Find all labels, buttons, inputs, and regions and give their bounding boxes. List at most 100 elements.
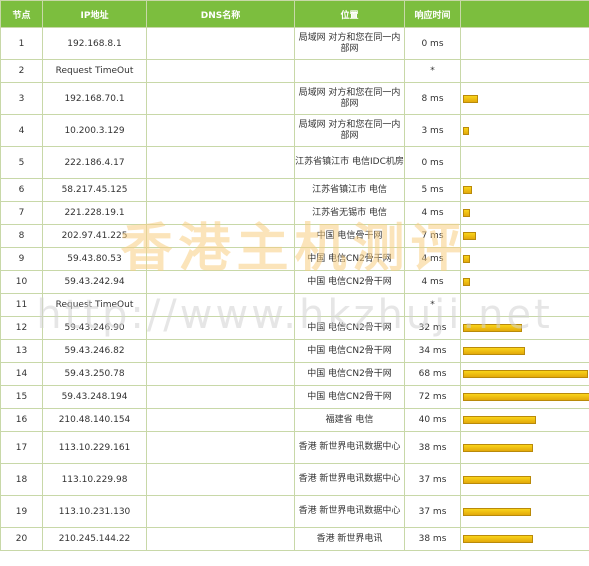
ip-cell: Request TimeOut <box>42 59 147 83</box>
ip-cell: 192.168.70.1 <box>42 82 147 115</box>
latency-bar-cell <box>460 495 589 528</box>
time-cell: 4 ms <box>404 270 461 294</box>
table-row: 20 210.245.144.22 香港 新世界电讯 38 ms <box>0 527 589 551</box>
location-cell: 局域网 对方和您在同一内部网 <box>294 27 405 60</box>
table-header: 节点 IP地址 DNS名称 位置 响应时间 <box>0 0 589 28</box>
dns-cell <box>146 408 295 432</box>
time-cell: 37 ms <box>404 463 461 496</box>
location-cell: 局域网 对方和您在同一内部网 <box>294 114 405 147</box>
node-cell: 5 <box>0 146 43 179</box>
table-row: 7 221.228.19.1 江苏省无锡市 电信 4 ms <box>0 201 589 225</box>
latency-bar-cell <box>460 146 589 179</box>
time-cell: 37 ms <box>404 495 461 528</box>
latency-bar <box>463 393 589 401</box>
time-cell: 32 ms <box>404 316 461 340</box>
table-row: 3 192.168.70.1 局域网 对方和您在同一内部网 8 ms <box>0 82 589 115</box>
latency-bar-cell <box>460 362 589 386</box>
ip-cell: 59.43.80.53 <box>42 247 147 271</box>
latency-bar <box>463 232 476 240</box>
latency-bar-cell <box>460 293 589 317</box>
latency-bar-cell <box>460 316 589 340</box>
table-row: 2 Request TimeOut * <box>0 59 589 83</box>
ip-cell: 113.10.229.98 <box>42 463 147 496</box>
ip-cell: 202.97.41.225 <box>42 224 147 248</box>
location-cell: 局域网 对方和您在同一内部网 <box>294 82 405 115</box>
time-cell: 4 ms <box>404 247 461 271</box>
table-row: 10 59.43.242.94 中国 电信CN2骨干网 4 ms <box>0 270 589 294</box>
dns-cell <box>146 339 295 363</box>
latency-bar <box>463 126 469 135</box>
time-cell: 4 ms <box>404 201 461 225</box>
node-cell: 7 <box>0 201 43 225</box>
location-cell: 中国 电信CN2骨干网 <box>294 270 405 294</box>
latency-bar-cell <box>460 114 589 147</box>
time-cell: * <box>404 293 461 317</box>
header-node: 节点 <box>0 0 43 28</box>
node-cell: 3 <box>0 82 43 115</box>
dns-cell <box>146 27 295 60</box>
dns-cell <box>146 247 295 271</box>
node-cell: 10 <box>0 270 43 294</box>
time-cell: 68 ms <box>404 362 461 386</box>
node-cell: 6 <box>0 178 43 202</box>
time-cell: 40 ms <box>404 408 461 432</box>
table-row: 5 222.186.4.17 江苏省镇江市 电信IDC机房 0 ms <box>0 146 589 179</box>
dns-cell <box>146 495 295 528</box>
dns-cell <box>146 178 295 202</box>
time-cell: 38 ms <box>404 431 461 464</box>
ip-cell: 222.186.4.17 <box>42 146 147 179</box>
header-bar <box>460 0 589 28</box>
table-row: 9 59.43.80.53 中国 电信CN2骨干网 4 ms <box>0 247 589 271</box>
latency-bar <box>463 255 470 263</box>
time-cell: 72 ms <box>404 385 461 409</box>
time-cell: 38 ms <box>404 527 461 551</box>
node-cell: 14 <box>0 362 43 386</box>
ip-cell: 59.43.242.94 <box>42 270 147 294</box>
latency-bar-cell <box>460 247 589 271</box>
latency-bar <box>463 347 525 355</box>
latency-bar <box>463 507 531 516</box>
table-row: 6 58.217.45.125 江苏省镇江市 电信 5 ms <box>0 178 589 202</box>
dns-cell <box>146 362 295 386</box>
location-cell: 香港 新世界电讯数据中心 <box>294 463 405 496</box>
location-cell: 香港 新世界电讯数据中心 <box>294 431 405 464</box>
ip-cell: 10.200.3.129 <box>42 114 147 147</box>
latency-bar <box>463 443 533 452</box>
header-response-time: 响应时间 <box>404 0 461 28</box>
header-dns: DNS名称 <box>146 0 295 28</box>
node-cell: 18 <box>0 463 43 496</box>
location-cell <box>294 59 405 83</box>
table-row: 18 113.10.229.98 香港 新世界电讯数据中心 37 ms <box>0 463 589 496</box>
node-cell: 11 <box>0 293 43 317</box>
time-cell: 0 ms <box>404 27 461 60</box>
node-cell: 17 <box>0 431 43 464</box>
latency-bar-cell <box>460 385 589 409</box>
dns-cell <box>146 82 295 115</box>
ip-cell: 210.245.144.22 <box>42 527 147 551</box>
location-cell: 中国 电信CN2骨干网 <box>294 362 405 386</box>
table-row: 16 210.48.140.154 福建省 电信 40 ms <box>0 408 589 432</box>
location-cell: 江苏省镇江市 电信IDC机房 <box>294 146 405 179</box>
latency-bar <box>463 370 588 378</box>
latency-bar-cell <box>460 270 589 294</box>
latency-bar-cell <box>460 431 589 464</box>
time-cell: 8 ms <box>404 82 461 115</box>
table-row: 11 Request TimeOut * <box>0 293 589 317</box>
node-cell: 19 <box>0 495 43 528</box>
location-cell: 江苏省无锡市 电信 <box>294 201 405 225</box>
location-cell: 中国 电信CN2骨干网 <box>294 339 405 363</box>
ip-cell: 59.43.250.78 <box>42 362 147 386</box>
latency-bar <box>463 209 470 217</box>
header-location: 位置 <box>294 0 405 28</box>
dns-cell <box>146 385 295 409</box>
location-cell: 香港 新世界电讯 <box>294 527 405 551</box>
ip-cell: 58.217.45.125 <box>42 178 147 202</box>
node-cell: 1 <box>0 27 43 60</box>
table-row: 19 113.10.231.130 香港 新世界电讯数据中心 37 ms <box>0 495 589 528</box>
node-cell: 16 <box>0 408 43 432</box>
location-cell: 中国 电信CN2骨干网 <box>294 316 405 340</box>
latency-bar-cell <box>460 178 589 202</box>
location-cell <box>294 293 405 317</box>
latency-bar <box>463 475 531 484</box>
node-cell: 9 <box>0 247 43 271</box>
